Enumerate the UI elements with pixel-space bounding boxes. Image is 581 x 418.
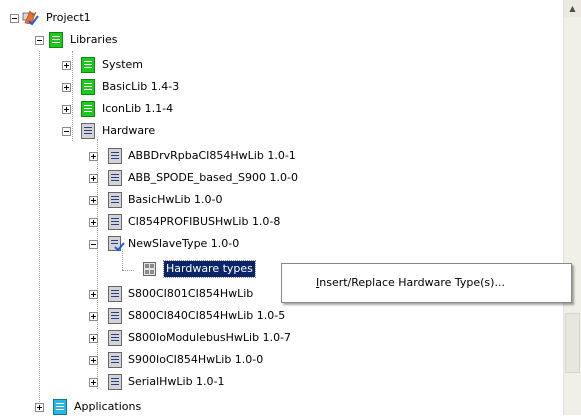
tree-item-label: S900IoCI854HwLib 1.0-0 (128, 353, 264, 366)
tree-item-label: Hardware types (163, 260, 256, 278)
tree-item-label: CI854PROFIBUSHwLib 1.0-8 (128, 215, 281, 228)
tree-item-label: Libraries (70, 33, 118, 46)
tree-item-label: Project1 (46, 11, 91, 24)
tree-item-hw-library[interactable]: S900IoCI854HwLib 1.0-0 (0, 349, 300, 371)
menu-item-label: nsert/Replace Hardware Type(s)... (319, 276, 505, 289)
expand-icon[interactable] (89, 174, 98, 183)
scroll-up-button[interactable]: ▲ (564, 0, 581, 17)
tree-item-label: Applications (74, 400, 142, 413)
collapse-icon[interactable] (10, 14, 19, 23)
tree-item-iconlib[interactable]: IconLib 1.1-4 (0, 98, 300, 120)
chevron-up-icon: ▲ (569, 4, 576, 13)
tree-item-hw-library[interactable]: ABB_SPODE_based_S900 1.0-0 (0, 167, 300, 189)
tree-item-newslavetype[interactable]: NewSlaveType 1.0-0 (0, 233, 300, 255)
hardware-library-icon (108, 286, 122, 302)
tree-item-hw-library[interactable]: S800CI801CI854HwLib (0, 283, 300, 305)
hardware-library-icon (108, 192, 122, 208)
project-icon (22, 10, 39, 26)
hardware-library-icon (81, 123, 95, 139)
tree-item-label: ABB_SPODE_based_S900 1.0-0 (128, 171, 298, 184)
tree-item-label: System (102, 58, 144, 71)
green-library-icon (81, 57, 95, 73)
hardware-types-icon (143, 262, 156, 276)
collapse-icon[interactable] (35, 36, 44, 45)
tree-item-hw-library[interactable]: CI854PROFIBUSHwLib 1.0-8 (0, 211, 300, 233)
tree-item-hw-library[interactable]: S800CI840CI854HwLib 1.0-5 (0, 305, 300, 327)
hardware-library-icon (108, 352, 122, 368)
expand-icon[interactable] (89, 312, 98, 321)
tree-item-system[interactable]: System (0, 54, 300, 76)
project-tree[interactable]: Project1 Libraries System BasicLib 1.4-3 (0, 0, 563, 415)
tree-item-project1[interactable]: Project1 (0, 7, 300, 29)
expand-icon[interactable] (62, 83, 71, 92)
tree-item-label: BasicLib 1.4-3 (102, 80, 180, 93)
tree-item-hw-library[interactable]: ABBDrvRpbaCI854HwLib 1.0-1 (0, 145, 300, 167)
tree-item-hw-library[interactable]: SerialHwLib 1.0-1 (0, 371, 300, 393)
green-library-icon (49, 32, 63, 48)
tree-item-basiclib[interactable]: BasicLib 1.4-3 (0, 76, 300, 98)
tree-item-label: Hardware (102, 124, 156, 137)
tree-item-hw-library[interactable]: BasicHwLib 1.0-0 (0, 189, 300, 211)
hardware-library-icon (108, 374, 122, 390)
collapse-icon[interactable] (89, 240, 98, 249)
expand-icon[interactable] (89, 218, 98, 227)
checked-library-icon (108, 236, 125, 252)
tree-item-label: S800CI801CI854HwLib (128, 287, 254, 300)
menu-item-insert-replace-hardware-type[interactable]: Insert/Replace Hardware Type(s)... (316, 275, 505, 291)
tree-item-label: IconLib 1.1-4 (102, 102, 174, 115)
tree-item-label: S800IoModulebusHwLib 1.0-7 (128, 331, 292, 344)
expand-icon[interactable] (62, 105, 71, 114)
expand-icon[interactable] (89, 290, 98, 299)
expand-icon[interactable] (89, 196, 98, 205)
tree-item-label: S800CI840CI854HwLib 1.0-5 (128, 309, 286, 322)
tree-item-libraries[interactable]: Libraries (0, 29, 300, 51)
tree-item-hw-library[interactable]: S800IoModulebusHwLib 1.0-7 (0, 327, 300, 349)
expand-icon[interactable] (89, 152, 98, 161)
hardware-library-icon (108, 308, 122, 324)
tree-item-hardware[interactable]: Hardware (0, 120, 300, 142)
tree-item-label: ABBDrvRpbaCI854HwLib 1.0-1 (128, 149, 296, 162)
expand-icon[interactable] (89, 356, 98, 365)
applications-icon (53, 399, 67, 415)
expand-icon[interactable] (89, 378, 98, 387)
tree-item-label: BasicHwLib 1.0-0 (128, 193, 223, 206)
expand-icon[interactable] (62, 61, 71, 70)
tree-item-hardware-types[interactable]: Hardware types (0, 258, 290, 280)
tree-item-label: SerialHwLib 1.0-1 (128, 375, 225, 388)
context-menu: Insert/Replace Hardware Type(s)... (281, 263, 572, 303)
hardware-library-icon (108, 214, 122, 230)
hardware-library-icon (108, 330, 122, 346)
scroll-thumb[interactable] (565, 313, 580, 373)
collapse-icon[interactable] (62, 127, 71, 136)
expand-icon[interactable] (89, 334, 98, 343)
hardware-library-icon (108, 148, 122, 164)
green-library-icon (81, 79, 95, 95)
expand-icon[interactable] (35, 403, 44, 412)
vertical-scrollbar[interactable]: ▲ (563, 0, 581, 415)
green-library-icon (81, 101, 95, 117)
tree-item-label: NewSlaveType 1.0-0 (128, 237, 240, 250)
hardware-library-icon (108, 170, 122, 186)
